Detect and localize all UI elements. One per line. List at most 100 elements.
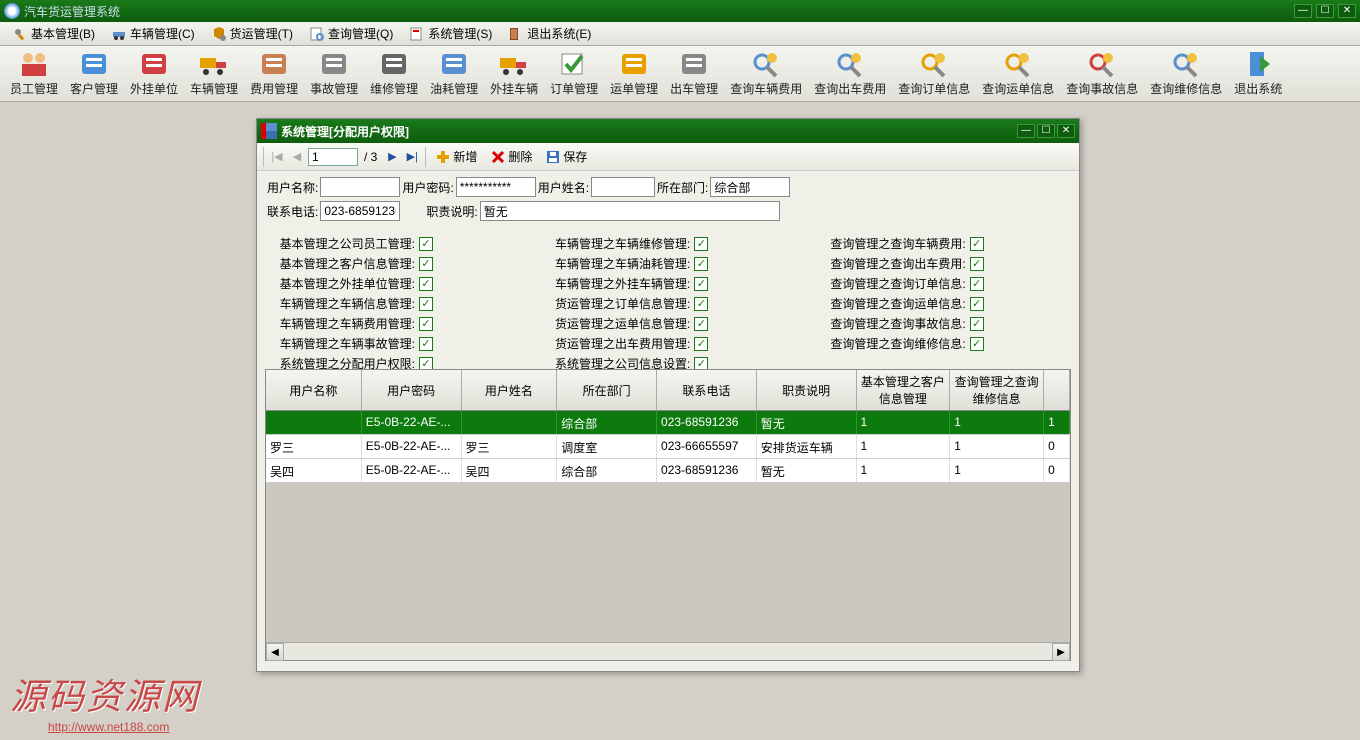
dialog-minimize-button[interactable]: — (1017, 124, 1035, 138)
scroll-right-button[interactable]: ▶ (1052, 643, 1070, 661)
save-button[interactable]: 保存 (540, 148, 593, 165)
menu-freight[interactable]: 货运管理(T) (203, 22, 301, 45)
perm-checkbox[interactable]: ✓ (694, 277, 708, 291)
tool-wrench[interactable]: 维修管理 (364, 48, 424, 99)
tool-form[interactable]: 油耗管理 (424, 48, 484, 99)
tool-globe[interactable]: 客户管理 (64, 48, 124, 99)
scroll-track[interactable] (284, 643, 1052, 660)
tool-calc[interactable]: 事故管理 (304, 48, 364, 99)
minimize-button[interactable]: — (1294, 4, 1312, 18)
perm-checkbox[interactable]: ✓ (970, 277, 984, 291)
perm-checkbox[interactable]: ✓ (419, 297, 433, 311)
prev-record-button[interactable]: ◀ (288, 148, 306, 166)
grid-header-cell[interactable]: 联系电话 (657, 370, 757, 410)
grid-header-cell[interactable]: 基本管理之客户信息管理 (857, 370, 951, 410)
perm-item: 车辆管理之车辆事故管理:✓ (265, 335, 520, 352)
horizontal-scrollbar[interactable]: ◀ ▶ (266, 642, 1070, 660)
last-record-button[interactable]: ▶| (403, 148, 421, 166)
tool-find5[interactable]: 查询事故信息 (1060, 48, 1144, 99)
tool-gear[interactable]: 出车管理 (664, 48, 724, 99)
perm-checkbox[interactable]: ✓ (694, 257, 708, 271)
next-record-button[interactable]: ▶ (383, 148, 401, 166)
perm-checkbox[interactable]: ✓ (970, 297, 984, 311)
menu-exit[interactable]: 退出系统(E) (500, 22, 599, 45)
perm-checkbox[interactable]: ✓ (419, 317, 433, 331)
maximize-button[interactable]: ☐ (1316, 4, 1334, 18)
perm-checkbox[interactable]: ✓ (694, 237, 708, 251)
find6-icon (1170, 50, 1202, 78)
dialog-maximize-button[interactable]: ☐ (1037, 124, 1055, 138)
tool-truck[interactable]: 车辆管理 (184, 48, 244, 99)
phone-input[interactable] (320, 201, 400, 221)
phone-label: 联系电话: (265, 203, 320, 220)
menu-label: 车辆管理(C) (130, 25, 195, 42)
table-row[interactable]: 吴四E5-0B-22-AE-...吴四综合部023-68591236暂无110 (266, 459, 1070, 483)
perm-label: 车辆管理之外挂车辆管理: (540, 275, 690, 292)
table-row[interactable]: E5-0B-22-AE-...综合部023-68591236暂无111 (266, 411, 1070, 435)
grid-cell: 023-66655597 (657, 435, 757, 458)
perm-item: 车辆管理之车辆油耗管理:✓ (540, 255, 795, 272)
grid-header-cell[interactable]: 用户名称 (266, 370, 362, 410)
grid-header-cell[interactable]: 用户姓名 (462, 370, 558, 410)
grid-body[interactable]: E5-0B-22-AE-...综合部023-68591236暂无111罗三E5-… (266, 411, 1070, 642)
perm-checkbox[interactable]: ✓ (419, 257, 433, 271)
tool-book[interactable]: 费用管理 (244, 48, 304, 99)
table-row[interactable]: 罗三E5-0B-22-AE-...罗三调度室023-66655597安排货运车辆… (266, 435, 1070, 459)
tool-find2[interactable]: 查询出车费用 (808, 48, 892, 99)
add-button[interactable]: 新增 (430, 148, 483, 165)
grid-header-cell[interactable]: 查询管理之查询维修信息 (950, 370, 1044, 410)
duty-input[interactable] (480, 201, 780, 221)
truck-icon (198, 50, 230, 78)
perm-checkbox[interactable]: ✓ (694, 297, 708, 311)
tool-find4[interactable]: 查询运单信息 (976, 48, 1060, 99)
grid-header-cell[interactable]: 所在部门 (557, 370, 657, 410)
menu-tools[interactable]: 基本管理(B) (4, 22, 103, 45)
tool-mail[interactable]: 运单管理 (604, 48, 664, 99)
menu-label: 货运管理(T) (230, 25, 293, 42)
perm-checkbox[interactable]: ✓ (970, 257, 984, 271)
grid-cell: 0 (1044, 435, 1070, 458)
perm-checkbox[interactable]: ✓ (970, 337, 984, 351)
username-input[interactable] (320, 177, 400, 197)
perm-label: 基本管理之客户信息管理: (265, 255, 415, 272)
password-input[interactable] (456, 177, 536, 197)
main-window: 汽车货运管理系统 — ☐ ✕ 基本管理(B) 车辆管理(C) 货运管理(T) 查询管理… (0, 0, 1360, 740)
menu-system[interactable]: 系统管理(S) (401, 22, 500, 45)
tools-icon (12, 26, 28, 42)
scroll-left-button[interactable]: ◀ (266, 643, 284, 661)
users-icon (18, 50, 50, 78)
perm-checkbox[interactable]: ✓ (419, 277, 433, 291)
grid-header-cell[interactable]: 用户密码 (362, 370, 462, 410)
tool-house[interactable]: 外挂单位 (124, 48, 184, 99)
perm-checkbox[interactable]: ✓ (970, 237, 984, 251)
perm-checkbox[interactable]: ✓ (694, 317, 708, 331)
grid-header-cell[interactable] (1044, 370, 1070, 410)
perm-checkbox[interactable]: ✓ (694, 337, 708, 351)
tool-check[interactable]: 订单管理 (544, 48, 604, 99)
dept-input[interactable] (710, 177, 790, 197)
perm-checkbox[interactable]: ✓ (419, 337, 433, 351)
dialog-titlebar[interactable]: 系统管理[分配用户权限] — ☐ ✕ (257, 119, 1079, 143)
page-input[interactable] (308, 148, 358, 166)
freight-icon (211, 26, 227, 42)
tool-find3[interactable]: 查询订单信息 (892, 48, 976, 99)
tool-users[interactable]: 员工管理 (4, 48, 64, 99)
perm-checkbox[interactable]: ✓ (419, 237, 433, 251)
users-grid: 用户名称用户密码用户姓名所在部门联系电话职责说明基本管理之客户信息管理查询管理之… (265, 369, 1071, 661)
close-button[interactable]: ✕ (1338, 4, 1356, 18)
tool-find[interactable]: 查询车辆费用 (724, 48, 808, 99)
find3-icon (918, 50, 950, 78)
app-title: 汽车货运管理系统 (24, 3, 1294, 20)
menu-car[interactable]: 车辆管理(C) (103, 22, 203, 45)
perm-checkbox[interactable]: ✓ (970, 317, 984, 331)
realname-input[interactable] (591, 177, 655, 197)
plus-icon (436, 150, 450, 164)
menu-search[interactable]: 查询管理(Q) (301, 22, 401, 45)
tool-truck2[interactable]: 外挂车辆 (484, 48, 544, 99)
grid-header-cell[interactable]: 职责说明 (757, 370, 857, 410)
delete-button[interactable]: 删除 (485, 148, 538, 165)
tool-door[interactable]: 退出系统 (1228, 48, 1288, 99)
first-record-button[interactable]: |◀ (268, 148, 286, 166)
dialog-close-button[interactable]: ✕ (1057, 124, 1075, 138)
tool-find6[interactable]: 查询维修信息 (1144, 48, 1228, 99)
